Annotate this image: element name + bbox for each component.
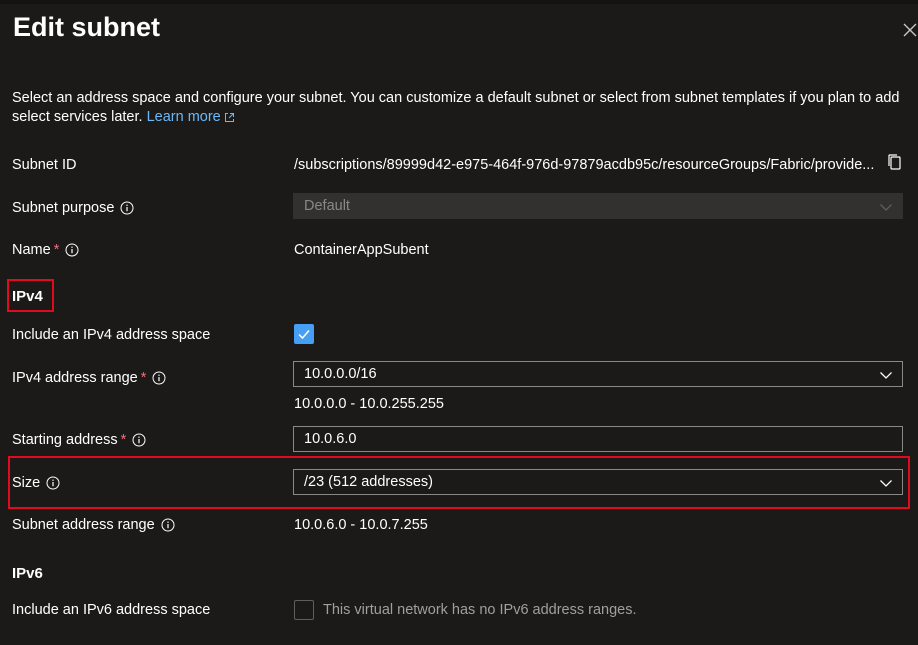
name-label: Name * (12, 242, 79, 258)
intro-text: Select an address space and configure yo… (12, 89, 902, 127)
size-dropdown[interactable]: /23 (512 addresses) (293, 469, 903, 495)
subnet-purpose-label: Subnet purpose (12, 200, 134, 216)
info-icon[interactable] (161, 518, 175, 532)
intro-description: Select an address space and configure yo… (12, 90, 900, 125)
ipv6-heading: IPv6 (12, 565, 43, 582)
subnet-id-value: /subscriptions/89999d42-e975-464f-976d-9… (294, 157, 875, 173)
ipv4-range-label: IPv4 address range * (12, 370, 166, 386)
include-ipv6-label: Include an IPv6 address space (12, 602, 211, 618)
close-icon[interactable] (900, 20, 918, 40)
info-icon[interactable] (65, 243, 79, 257)
copy-icon[interactable] (886, 153, 904, 171)
panel-title: Edit subnet (13, 12, 160, 42)
info-icon[interactable] (152, 371, 166, 385)
ipv4-range-dropdown[interactable]: 10.0.0.0/16 (293, 361, 903, 387)
size-label: Size (12, 475, 60, 491)
ipv4-highlight-box (7, 279, 54, 312)
ipv4-range-hint: 10.0.0.0 - 10.0.255.255 (294, 396, 444, 412)
name-value: ContainerAppSubent (294, 242, 429, 258)
subnet-purpose-dropdown: Default (293, 193, 903, 219)
info-icon[interactable] (120, 201, 134, 215)
subnet-id-label: Subnet ID (12, 157, 77, 173)
chevron-down-icon (880, 204, 892, 211)
include-ipv6-checkbox (294, 600, 314, 620)
chevron-down-icon (880, 480, 892, 487)
subnet-address-range-label: Subnet address range (12, 517, 175, 533)
info-icon[interactable] (46, 476, 60, 490)
ipv6-note: This virtual network has no IPv6 address… (323, 602, 637, 618)
top-border (0, 0, 918, 4)
checkmark-icon (298, 330, 310, 340)
include-ipv4-checkbox[interactable] (294, 324, 314, 344)
chevron-down-icon (880, 372, 892, 379)
include-ipv4-label: Include an IPv4 address space (12, 327, 211, 343)
starting-address-input[interactable]: 10.0.6.0 (293, 426, 903, 452)
starting-address-label: Starting address * (12, 432, 146, 448)
learn-more-link[interactable]: Learn more (147, 109, 235, 125)
subnet-address-range-value: 10.0.6.0 - 10.0.7.255 (294, 517, 428, 533)
info-icon[interactable] (132, 433, 146, 447)
external-link-icon (224, 112, 234, 122)
